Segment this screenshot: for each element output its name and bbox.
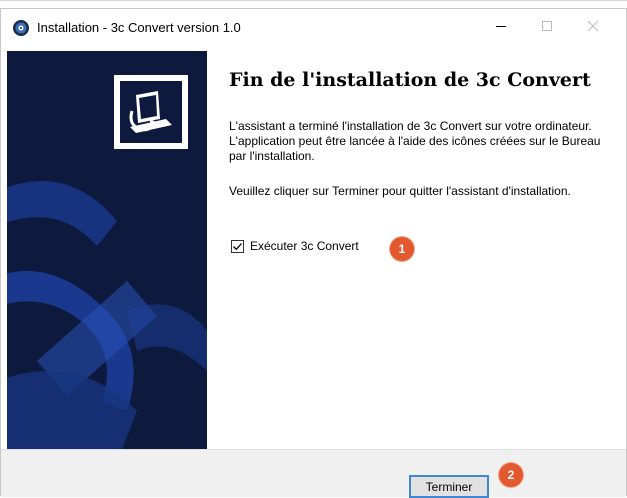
install-computer-icon [114,75,188,149]
page-title: Fin de l'installation de 3c Convert [229,69,591,91]
minimize-button[interactable] [478,9,524,47]
finish-button[interactable]: Terminer [409,475,489,498]
completion-message: L'assistant a terminé l'installation de … [229,119,601,163]
minimize-icon [495,19,507,37]
installer-window: Installation - 3c Convert version 1.0 Fi… [0,8,627,498]
window-title: Installation - 3c Convert version 1.0 [37,20,241,35]
exit-instruction: Veuillez cliquer sur Terminer pour quitt… [229,184,571,198]
run-app-option[interactable]: Exécuter 3c Convert [231,239,359,253]
title-bar[interactable]: Installation - 3c Convert version 1.0 [1,9,626,47]
background-strip [0,0,627,8]
close-icon [587,19,599,37]
run-app-label[interactable]: Exécuter 3c Convert [250,239,359,253]
maximize-button[interactable] [524,9,570,47]
run-app-checkbox[interactable] [231,239,244,253]
checkmark-icon [233,242,242,250]
step-marker-1: 1 [390,237,414,261]
maximize-icon [541,19,553,37]
step-marker-2: 2 [499,463,523,487]
button-bar [1,449,626,497]
close-button[interactable] [570,9,616,47]
app-disc-icon [12,19,30,37]
logo-box [114,75,188,149]
